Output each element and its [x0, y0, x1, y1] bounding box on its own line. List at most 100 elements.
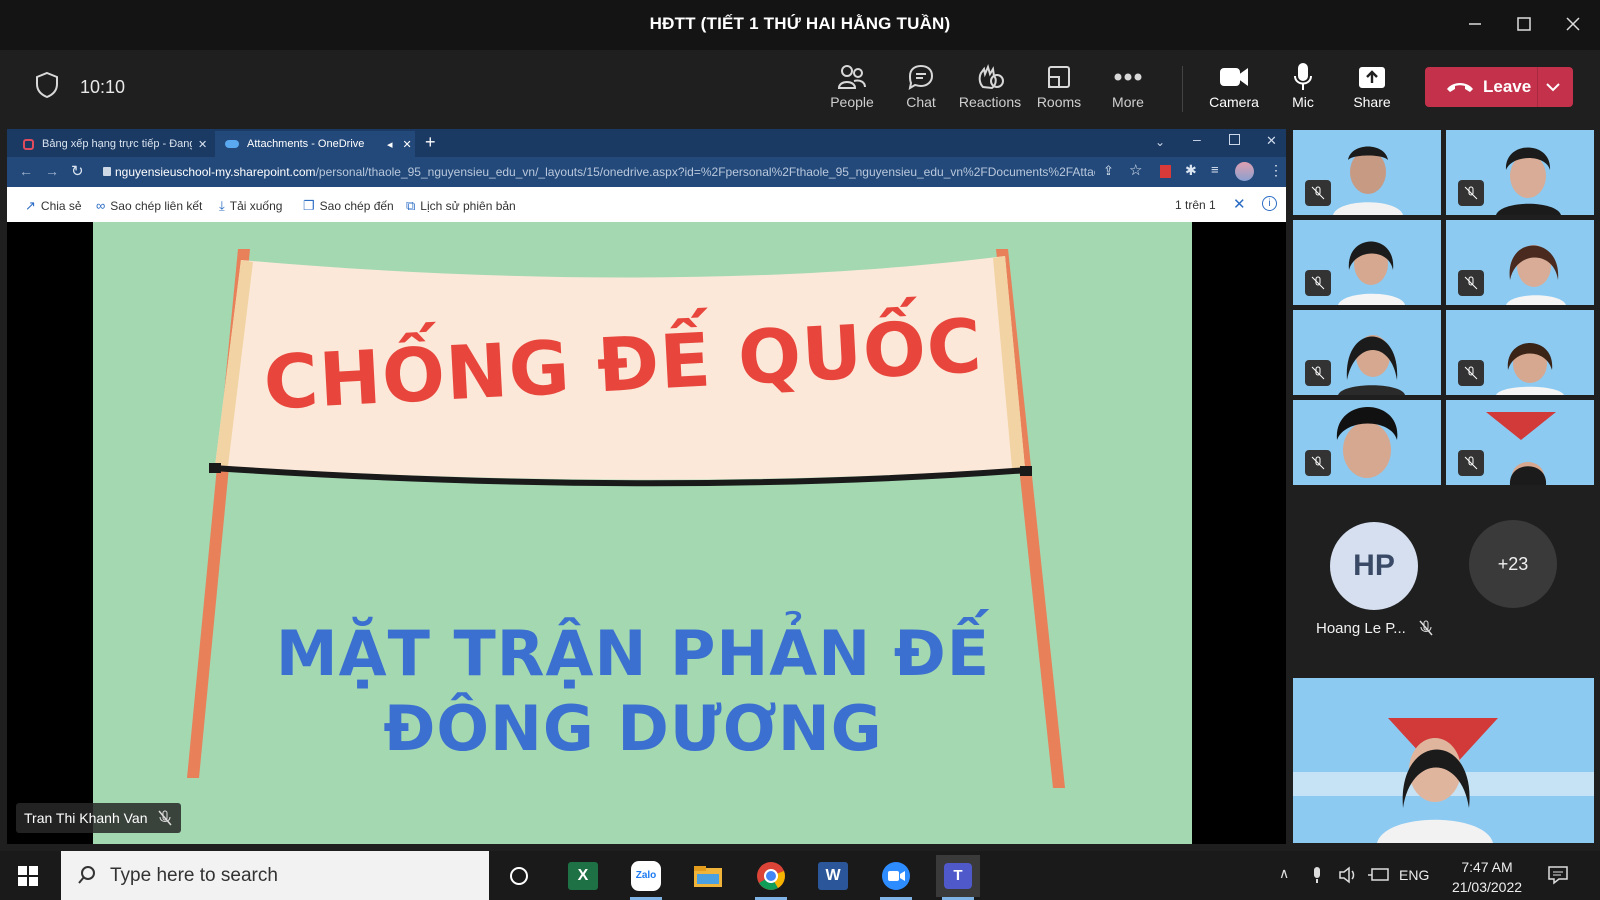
browser-tab-onedrive[interactable]: Attachments - OneDrive ◂ ✕ [215, 131, 415, 157]
share-icon [1359, 67, 1385, 88]
browser-tab-leaderboard[interactable]: Bảng xếp hạng trực tiếp - Đang c ✕ [13, 131, 215, 157]
rooms-icon [1048, 66, 1070, 88]
browser-restore-button[interactable] [1229, 134, 1240, 145]
maximize-button[interactable] [1508, 10, 1540, 38]
copy-link-button[interactable]: ∞ Sao chép liên kết [96, 198, 202, 213]
download-button[interactable]: ⤓ Tải xuống [219, 198, 282, 214]
file-explorer-icon[interactable] [686, 855, 730, 897]
participant-video-tile[interactable] [1293, 220, 1441, 305]
close-tab-icon[interactable]: ✕ [403, 138, 412, 151]
share-button[interactable]: Share [1340, 60, 1404, 118]
mic-button[interactable]: Mic [1271, 60, 1335, 118]
url-field[interactable]: nguyensieuschool-my.sharepoint.com/perso… [115, 165, 1095, 179]
share-action-label: Chia sẻ [40, 199, 82, 213]
browser-tab-label: Bảng xếp hạng trực tiếp - Đang c [42, 138, 192, 150]
cortana-circle-icon[interactable] [497, 855, 541, 897]
version-history-button[interactable]: ⧉ Lịch sử phiên bản [406, 198, 516, 214]
close-tab-icon[interactable]: ✕ [198, 138, 207, 151]
participant-video-tile[interactable] [1446, 310, 1594, 395]
mic-muted-icon [1418, 620, 1434, 641]
lock-icon[interactable] [103, 167, 111, 176]
meeting-title: HĐTT (TIẾT 1 THỨ HAI HẰNG TUẦN) [649, 14, 951, 33]
participant-video-tile[interactable] [1446, 400, 1594, 485]
people-icon [837, 65, 866, 89]
network-icon[interactable] [1367, 867, 1389, 888]
excel-icon[interactable]: X [561, 855, 605, 897]
participant-video-tile[interactable] [1446, 130, 1594, 215]
browser-close-button[interactable]: ✕ [1266, 133, 1277, 149]
participant-video-tile[interactable] [1446, 220, 1594, 305]
chat-button[interactable]: Chat [889, 60, 953, 118]
address-bar: ← → ↻ nguyensieuschool-my.sharepoint.com… [7, 157, 1286, 187]
rooms-label: Rooms [1036, 94, 1082, 110]
copy-to-button[interactable]: ❐ Sao chép đến [303, 198, 394, 214]
participant-video-tile[interactable] [1293, 130, 1441, 215]
share-action-button[interactable]: ↗ Chia sẻ [25, 198, 82, 214]
reload-icon[interactable]: ↻ [71, 162, 84, 180]
volume-icon[interactable] [1338, 866, 1358, 889]
mic-muted-icon [1458, 270, 1484, 296]
search-placeholder: Type here to search [110, 865, 278, 886]
extension-red-icon[interactable] [1160, 165, 1171, 178]
mic-muted-icon [157, 810, 173, 829]
profile-avatar[interactable] [1235, 162, 1254, 181]
leave-label: Leave [1483, 77, 1532, 96]
phone-hangup-icon [1447, 83, 1473, 92]
zalo-icon[interactable]: Zalo [624, 855, 668, 900]
mic-label: Mic [1292, 94, 1314, 110]
people-label: People [830, 94, 874, 110]
taskbar-clock[interactable]: 7:47 AM 21/03/2022 [1447, 857, 1527, 897]
share-page-icon[interactable]: ⇪ [1103, 163, 1114, 179]
copy-to-label: Sao chép đến [319, 199, 394, 213]
participant-video-tile[interactable] [1293, 310, 1441, 395]
close-window-button[interactable] [1557, 10, 1589, 38]
camera-button[interactable]: Camera [1202, 60, 1266, 118]
reading-list-icon[interactable]: ≡ [1211, 162, 1219, 177]
taskbar-search-box[interactable]: Type here to search [61, 851, 489, 900]
minimize-button[interactable] [1459, 10, 1491, 38]
zoom-icon[interactable] [874, 855, 918, 900]
windows-start-icon[interactable] [18, 866, 38, 891]
tab-search-chevron-icon[interactable]: ⌄ [1155, 135, 1165, 149]
participant-avatar-hp[interactable]: HP [1330, 522, 1418, 610]
bookmark-star-icon[interactable]: ☆ [1129, 161, 1142, 179]
url-path: /personal/thaole_95_nguyensieu_edu_vn/_l… [315, 165, 1095, 179]
mic-muted-icon [1305, 450, 1331, 476]
leave-button[interactable]: Leave [1425, 67, 1573, 107]
mic-muted-icon [1305, 180, 1331, 206]
participant-video-tile[interactable] [1293, 400, 1441, 485]
notification-center-icon[interactable] [1547, 865, 1569, 890]
search-icon [78, 866, 95, 884]
forward-arrow-icon[interactable]: → [45, 163, 59, 179]
new-tab-button[interactable]: + [425, 132, 436, 153]
browser-menu-icon[interactable]: ⋮ [1269, 162, 1283, 179]
version-history-label: Lịch sử phiên bản [420, 199, 516, 213]
word-icon[interactable]: W [811, 855, 855, 897]
language-indicator[interactable]: ENG [1399, 867, 1429, 883]
back-arrow-icon[interactable]: ← [19, 163, 33, 179]
people-button[interactable]: People [820, 60, 884, 118]
mic-muted-icon [1458, 450, 1484, 476]
leave-options-chevron-icon[interactable] [1543, 77, 1563, 102]
participant-name: Hoang Le P... [1316, 620, 1406, 637]
shield-icon[interactable] [34, 71, 60, 104]
info-icon[interactable]: i [1262, 196, 1277, 211]
teams-icon[interactable]: T [936, 855, 980, 900]
speaker-icon[interactable]: ◂ [387, 138, 393, 151]
close-preview-icon[interactable]: ✕ [1233, 195, 1246, 213]
share-arrow-icon: ↗ [25, 198, 36, 213]
more-icon [1114, 73, 1142, 81]
link-icon: ∞ [96, 198, 106, 213]
browser-minimize-button[interactable]: – [1193, 131, 1201, 147]
tray-mic-icon[interactable] [1311, 866, 1323, 889]
more-participants-button[interactable]: +23 [1469, 520, 1557, 608]
tray-chevron-up-icon[interactable]: ∧ [1279, 865, 1289, 882]
shared-screen-browser: Bảng xếp hạng trực tiếp - Đang c ✕ Attac… [7, 129, 1286, 844]
browser-tab-label: Attachments - OneDrive [247, 138, 365, 150]
rooms-button[interactable]: Rooms [1027, 60, 1091, 118]
reactions-button[interactable]: Reactions [958, 60, 1022, 118]
more-button[interactable]: More [1096, 60, 1160, 118]
chrome-icon[interactable] [749, 855, 793, 900]
self-video-tile[interactable] [1293, 678, 1594, 843]
extensions-puzzle-icon[interactable]: ✱ [1185, 162, 1197, 179]
